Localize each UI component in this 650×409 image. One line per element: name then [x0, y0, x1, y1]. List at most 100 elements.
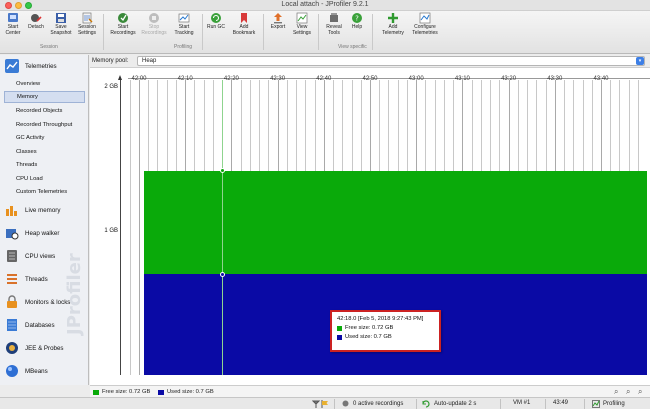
vm-status: VM #1 — [513, 400, 531, 406]
flag-icon[interactable] — [321, 400, 329, 408]
time-axis — [128, 69, 650, 79]
databases-icon — [5, 318, 19, 332]
group-label-session: Session — [40, 44, 58, 50]
chevron-down-icon: ▾ — [636, 57, 644, 65]
help-button[interactable]: ? Help — [348, 12, 366, 42]
y-axis: 2 GB 1 GB — [90, 75, 128, 375]
zoom-in-icon[interactable]: ⌕ — [614, 387, 618, 397]
auto-update-status[interactable]: Auto-update 2 s — [422, 400, 476, 408]
configure-telemetries-button[interactable]: Configure Telemetries — [410, 12, 440, 42]
used-swatch — [337, 334, 342, 340]
add-telemetry-button[interactable]: Add Telemetry — [380, 12, 406, 42]
cursor-line — [222, 80, 224, 375]
heap-walker-icon — [5, 226, 19, 240]
sidebar-item-monitors-locks[interactable]: Monitors & locks — [5, 295, 70, 309]
sidebar-item-jee-probes[interactable]: JEE & Probes — [5, 341, 64, 355]
free-marker — [219, 168, 225, 174]
save-icon — [55, 12, 67, 24]
group-label-profiling: Profiling — [174, 44, 193, 50]
sidebar-item-telemetries[interactable]: Telemetries — [5, 59, 57, 73]
start-center-button[interactable]: Start Center — [3, 12, 23, 42]
sidebar-sub-threads[interactable]: Threads — [4, 159, 85, 171]
sidebar-sub-overview[interactable]: Overview — [4, 78, 85, 90]
sidebar-sub-gc-activity[interactable]: GC Activity — [4, 132, 85, 144]
chart-legend: Free size: 0.72 GB Used size: 0.7 GB ⌕ ⌕… — [90, 385, 650, 397]
sidebar-sub-custom-telemetries[interactable]: Custom Telemetries — [4, 186, 85, 198]
sidebar-item-heap-walker[interactable]: Heap walker — [5, 226, 59, 240]
profiling-icon — [592, 400, 600, 408]
start-tracking-icon — [178, 12, 190, 24]
monitors-locks-icon — [5, 295, 19, 309]
sidebar: Telemetries Overview Memory Recorded Obj… — [0, 55, 89, 385]
toolbar: Start Center Detach Save Snapshot Sessio… — [0, 11, 650, 54]
reveal-tools-icon — [328, 12, 340, 24]
stop-recordings-button[interactable]: Stop Recordings — [141, 12, 167, 42]
save-snapshot-button[interactable]: Save Snapshot — [50, 12, 72, 42]
grid-line — [129, 80, 131, 375]
free-swatch — [337, 325, 342, 331]
toolbar-separator — [202, 14, 203, 50]
refresh-icon — [422, 400, 430, 408]
zoom-out-icon[interactable]: ⌕ — [626, 387, 630, 397]
recording-dot-icon — [342, 400, 349, 407]
sidebar-item-databases[interactable]: Databases — [5, 318, 55, 332]
group-label-view-specific: View specific — [338, 44, 367, 50]
chart-tooltip: 42:18.0 [Feb 5, 2018 9:27:43 PM] Free si… — [330, 310, 441, 352]
add-bookmark-button[interactable]: Add Bookmark — [231, 12, 257, 42]
legend-used: Used size: 0.7 GB — [158, 389, 214, 395]
sidebar-sub-recorded-throughput[interactable]: Recorded Throughput — [4, 119, 85, 131]
status-separator — [545, 399, 546, 409]
jprofiler-watermark: JProfiler — [64, 253, 85, 335]
tooltip-used-row: Used size: 0.7 GB — [337, 334, 434, 340]
stop-recordings-icon — [148, 12, 160, 24]
toolbar-separator — [263, 14, 264, 50]
help-icon: ? — [351, 12, 363, 24]
free-size-area — [143, 170, 647, 275]
run-gc-button[interactable]: Run GC — [206, 12, 226, 42]
reveal-tools-button[interactable]: Reveal Tools — [323, 12, 345, 42]
memory-pool-select[interactable]: Heap ▾ — [137, 56, 645, 66]
sidebar-item-mbeans[interactable]: MBeans — [5, 364, 48, 378]
view-settings-button[interactable]: View Settings — [291, 12, 313, 42]
pin-icon[interactable] — [312, 400, 320, 408]
export-button[interactable]: Export — [268, 12, 288, 42]
toolbar-separator — [103, 14, 104, 50]
status-separator — [416, 399, 417, 409]
sidebar-item-live-memory[interactable]: Live memory — [5, 203, 60, 217]
sidebar-item-threads[interactable]: Threads — [5, 272, 48, 286]
sidebar-sub-recorded-objects[interactable]: Recorded Objects — [4, 105, 85, 117]
sidebar-sub-classes[interactable]: Classes — [4, 146, 85, 158]
sidebar-sub-memory[interactable]: Memory — [4, 91, 85, 103]
export-icon — [272, 12, 284, 24]
y-tick-label: 1 GB — [104, 228, 118, 235]
jee-probes-icon — [5, 341, 19, 355]
tooltip-free-row: Free size: 0.72 GB — [337, 325, 434, 331]
cpu-views-icon — [5, 249, 19, 263]
free-swatch — [93, 389, 99, 395]
active-recordings-status: 0 active recordings — [342, 400, 403, 407]
y-tick-label: 2 GB — [104, 84, 118, 91]
run-gc-icon — [210, 12, 222, 24]
toolbar-separator — [318, 14, 319, 50]
start-recordings-button[interactable]: Start Recordings — [110, 12, 136, 42]
telemetries-icon — [5, 59, 19, 73]
start-recordings-icon — [117, 12, 129, 24]
zoom-fit-icon[interactable]: ⌕ — [638, 387, 642, 397]
start-tracking-button[interactable]: Start Tracking — [172, 12, 196, 42]
y-axis-line — [120, 80, 121, 375]
status-separator — [584, 399, 585, 409]
memory-pool-label: Memory pool: — [92, 58, 129, 64]
profiling-status: Profiling — [592, 400, 625, 408]
status-bar: 0 active recordings Auto-update 2 s VM #… — [0, 397, 650, 409]
sidebar-sub-cpu-load[interactable]: CPU Load — [4, 173, 85, 185]
svg-text:?: ? — [355, 15, 359, 23]
detach-button[interactable]: Detach — [26, 12, 46, 42]
memory-view: Memory pool: Heap ▾ 42:00 42:10 42:20 42:30… — [90, 55, 650, 385]
session-settings-button[interactable]: Session Settings — [76, 12, 98, 42]
status-separator — [334, 399, 335, 409]
add-telemetry-icon — [387, 12, 399, 24]
used-swatch — [158, 389, 164, 395]
bookmark-icon — [238, 12, 250, 24]
title-bar: Local attach - JProfiler 9.2.1 — [0, 0, 650, 11]
sidebar-item-cpu-views[interactable]: CPU views — [5, 249, 55, 263]
